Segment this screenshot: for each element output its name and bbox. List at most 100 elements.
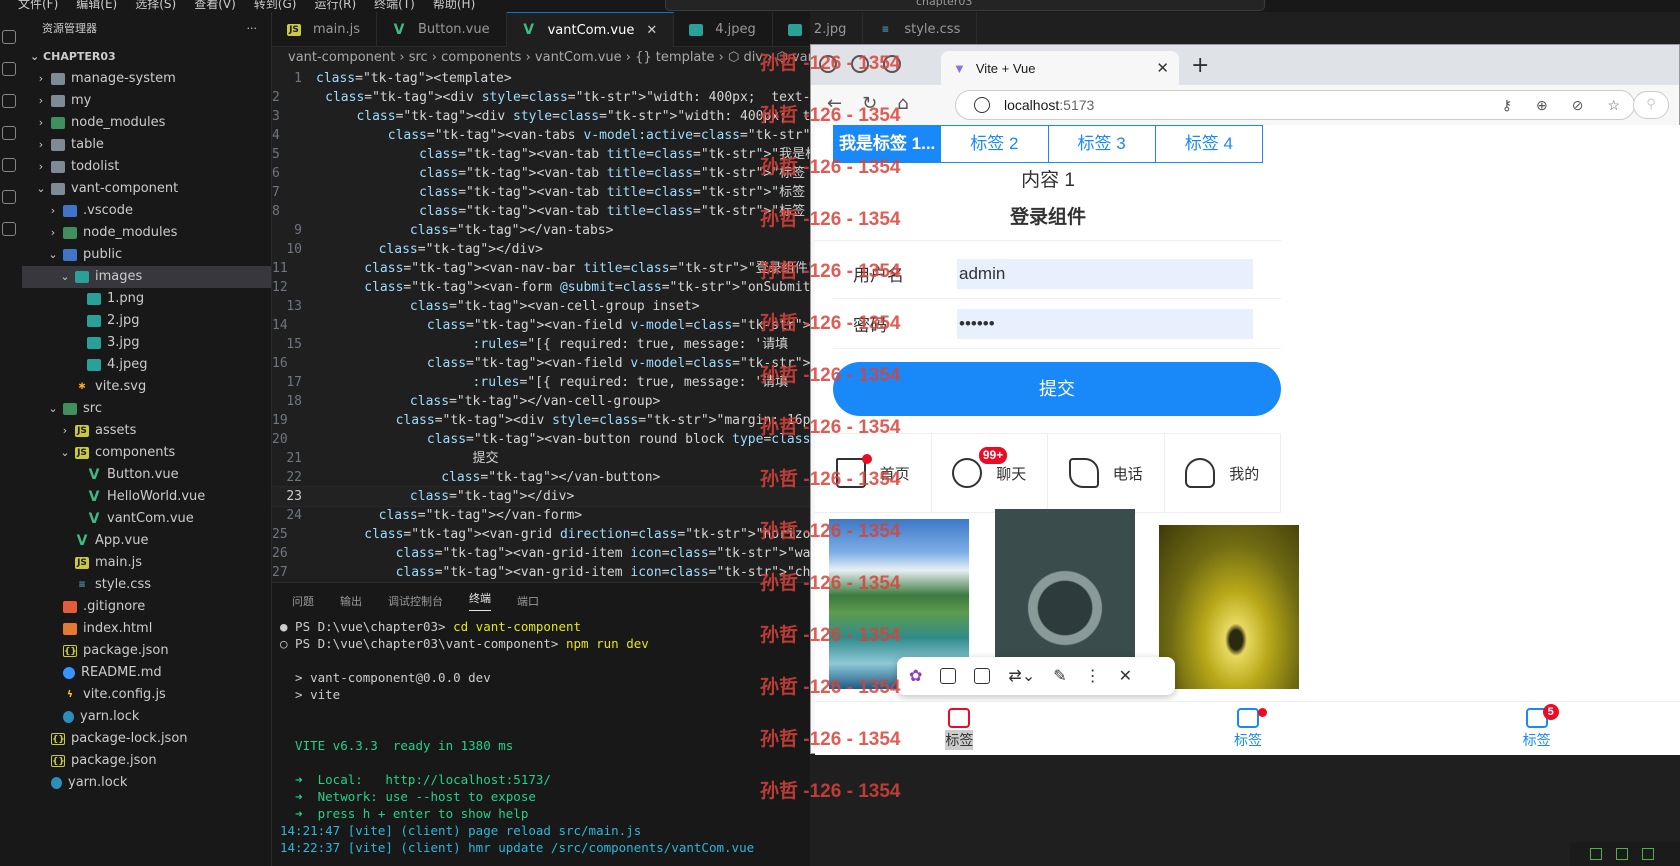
- file-item[interactable]: V App.vue: [22, 530, 271, 552]
- password-field[interactable]: ••••••: [957, 308, 1253, 339]
- panel-tab[interactable]: 调试控制台: [388, 593, 443, 609]
- grid-item[interactable]: 99+ 聊天: [932, 434, 1048, 512]
- folder-item[interactable]: › my: [22, 90, 271, 112]
- folder-item[interactable]: › JS assets: [22, 420, 271, 442]
- file-item[interactable]: VvantCom.vue: [22, 508, 271, 530]
- file-item[interactable]: ≡ style.css: [22, 574, 271, 596]
- username-field[interactable]: admin: [957, 258, 1253, 289]
- file-item[interactable]: README.md: [22, 662, 271, 684]
- command-center-search[interactable]: chapter03: [665, 0, 1265, 11]
- editor-tab[interactable]: ≡ style.css: [863, 12, 978, 47]
- folder-item[interactable]: › node_modules: [22, 112, 271, 134]
- zoom-icon[interactable]: ⊕: [1536, 97, 1548, 114]
- editor-tab[interactable]: JS main.js: [272, 12, 377, 47]
- van-tab[interactable]: 标签 2: [941, 126, 1049, 162]
- code-text: class="tk-tag"><van-nav-bar title=class=…: [364, 261, 839, 276]
- terminal[interactable]: ● PS D:\vue\chapter03> cd vant-component…: [272, 618, 810, 856]
- testing-icon[interactable]: [2, 222, 16, 236]
- source-control-icon[interactable]: [2, 94, 16, 108]
- file-item[interactable]: 2.jpg: [22, 310, 271, 332]
- file-item[interactable]: index.html: [22, 618, 271, 640]
- chevron-icon: ›: [50, 226, 56, 239]
- file-item[interactable]: ϟ vite.config.js: [22, 684, 271, 706]
- editor-tab[interactable]: VvantCom.vue ✕: [506, 12, 675, 48]
- folder-item[interactable]: ⌄ images: [22, 266, 271, 288]
- notes-icon[interactable]: [974, 668, 991, 684]
- grid-item[interactable]: 电话: [1048, 434, 1165, 512]
- menu-item[interactable]: 选择(S): [135, 0, 176, 12]
- menu-item[interactable]: 转到(G): [254, 0, 297, 12]
- password-key-icon[interactable]: ⚷: [1502, 97, 1512, 114]
- menu-item[interactable]: 运行(R): [314, 0, 356, 12]
- json-icon: {}: [51, 733, 65, 745]
- file-item[interactable]: ✱ vite.svg: [22, 376, 271, 398]
- close-tab-icon[interactable]: ✕: [1156, 59, 1169, 77]
- file-item[interactable]: 1.png: [22, 288, 271, 310]
- tabbar-item[interactable]: 5 标签: [1392, 702, 1680, 755]
- van-tab[interactable]: 标签 3: [1049, 126, 1156, 162]
- highlight-icon[interactable]: ✎: [1053, 666, 1066, 686]
- menu-item[interactable]: 编辑(E): [76, 0, 117, 12]
- file-item[interactable]: {} package.json: [22, 750, 271, 772]
- file-item[interactable]: JS main.js: [22, 552, 271, 574]
- tray-app-icon[interactable]: [1616, 848, 1628, 860]
- menu-item[interactable]: 终端(T): [374, 0, 415, 12]
- editor-tab[interactable]: 4.jpeg: [674, 12, 773, 47]
- remote-icon[interactable]: [2, 190, 16, 204]
- folder-item[interactable]: ⌄ src: [22, 398, 271, 420]
- grid-item[interactable]: 我的: [1165, 434, 1281, 512]
- menu-item[interactable]: 文件(F): [18, 0, 58, 12]
- file-item[interactable]: V HelloWorld.vue: [22, 486, 271, 508]
- close-icon[interactable]: ✕: [646, 13, 657, 48]
- tabbar-item[interactable]: 标签: [1104, 702, 1393, 755]
- folder-icon: [51, 95, 65, 107]
- extensions-icon[interactable]: [2, 158, 16, 172]
- browser-tab-active[interactable]: ▼ Vite + Vue ✕: [941, 51, 1179, 85]
- address-bar[interactable]: localhost:5173 ⚷ ⊕ ⊘ ☆: [955, 90, 1635, 120]
- copilot-icon[interactable]: ✿: [909, 666, 922, 686]
- file-item[interactable]: {} package.json: [22, 640, 271, 662]
- panel-tab[interactable]: 问题: [292, 593, 314, 609]
- menu-item[interactable]: 帮助(H): [433, 0, 475, 12]
- code-editor[interactable]: 1 class="tk-tag"><template> 2 class="tk-ta…: [271, 69, 1131, 582]
- menu-item[interactable]: 查看(V): [194, 0, 236, 12]
- file-item[interactable]: 3.jpg: [22, 332, 271, 354]
- site-info-icon[interactable]: [974, 97, 990, 113]
- favorite-star-icon[interactable]: ☆: [1607, 97, 1620, 114]
- folder-item[interactable]: ⌄ public: [22, 244, 271, 266]
- folder-item[interactable]: › table: [22, 134, 271, 156]
- folder-item[interactable]: › todolist: [22, 156, 271, 178]
- new-tab-icon[interactable]: +: [1191, 53, 1209, 78]
- editor-tab[interactable]: V Button.vue: [377, 12, 507, 47]
- file-item[interactable]: yarn.lock: [22, 772, 271, 794]
- file-item[interactable]: {} package-lock.json: [22, 728, 271, 750]
- explorer-root-folder[interactable]: ⌄ CHAPTER03: [22, 46, 271, 68]
- more-actions-icon[interactable]: ···: [247, 12, 258, 46]
- extension-icon[interactable]: ⊘: [1572, 97, 1584, 114]
- folder-item[interactable]: ⌄ vant-component: [22, 178, 271, 200]
- file-item[interactable]: V Button.vue: [22, 464, 271, 486]
- more-icon[interactable]: ⋮: [1085, 666, 1101, 686]
- search-icon[interactable]: [2, 62, 16, 76]
- translate-icon[interactable]: ⇄⌄: [1008, 666, 1035, 686]
- file-item[interactable]: .gitignore: [22, 596, 271, 618]
- close-icon[interactable]: ✕: [1119, 666, 1132, 686]
- tray-app2-icon[interactable]: [1642, 848, 1654, 860]
- explorer-icon[interactable]: [2, 30, 16, 44]
- copy-icon[interactable]: [940, 668, 957, 684]
- panel-tab[interactable]: 输出: [340, 593, 362, 609]
- folder-item[interactable]: ⌄ JS components: [22, 442, 271, 464]
- folder-item[interactable]: › node_modules: [22, 222, 271, 244]
- editor-tab[interactable]: 2.jpg: [773, 12, 864, 47]
- panel-tab[interactable]: 终端: [469, 590, 491, 611]
- breadcrumb[interactable]: vant-component › src › components › vant…: [272, 47, 810, 69]
- file-item[interactable]: 4.jpeg: [22, 354, 271, 376]
- van-tab[interactable]: 标签 4: [1156, 126, 1262, 162]
- folder-item[interactable]: › manage-system: [22, 68, 271, 90]
- search-icon[interactable]: ⚲: [1633, 91, 1669, 119]
- folder-item[interactable]: › .vscode: [22, 200, 271, 222]
- nvidia-icon[interactable]: [1590, 848, 1602, 860]
- run-debug-icon[interactable]: [2, 126, 16, 140]
- panel-tab[interactable]: 端口: [517, 593, 539, 609]
- file-item[interactable]: yarn.lock: [22, 706, 271, 728]
